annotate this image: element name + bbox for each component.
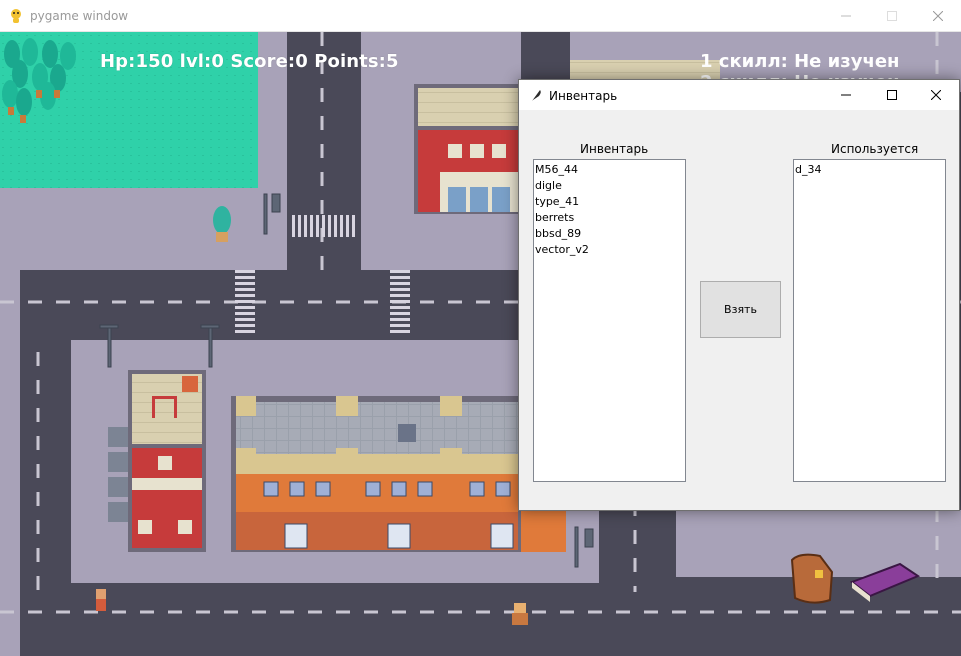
- list-item[interactable]: d_34: [794, 162, 945, 178]
- list-item[interactable]: type_41: [534, 194, 685, 210]
- close-icon: [933, 11, 943, 21]
- hud-skill-1: 1 скилл: Не изучен: [700, 51, 900, 72]
- pygame-minimize-button[interactable]: [823, 0, 869, 32]
- npc-character: [96, 589, 106, 611]
- close-icon: [931, 90, 941, 100]
- inventory-list-label: Инвентарь: [580, 142, 649, 156]
- inventory-window-title: Инвентарь: [549, 89, 618, 103]
- minimize-icon: [841, 15, 851, 17]
- pygame-window-title: pygame window: [30, 9, 129, 23]
- list-item[interactable]: M56_44: [534, 162, 685, 178]
- equipped-listbox[interactable]: d_34: [793, 159, 946, 482]
- inventory-window: Инвентарь Инвентарь Используется M56_44 …: [518, 79, 960, 511]
- inventory-close-button[interactable]: [913, 80, 959, 110]
- hud-stats: Hp:150 lvl:0 Score:0 Points:5: [100, 51, 399, 72]
- list-item[interactable]: bbsd_89: [534, 226, 685, 242]
- list-item[interactable]: digle: [534, 178, 685, 194]
- list-item[interactable]: berrets: [534, 210, 685, 226]
- pygame-titlebar: pygame window: [0, 0, 961, 32]
- pygame-snake-icon: [11, 9, 21, 23]
- maximize-icon: [887, 11, 897, 21]
- pygame-maximize-button[interactable]: [869, 0, 915, 32]
- player-character: [512, 603, 528, 625]
- list-item[interactable]: vector_v2: [534, 242, 685, 258]
- inventory-minimize-button[interactable]: [823, 80, 869, 110]
- inventory-titlebar[interactable]: Инвентарь: [519, 80, 959, 110]
- maximize-icon: [887, 90, 897, 100]
- pygame-close-button[interactable]: [915, 0, 961, 32]
- inventory-maximize-button[interactable]: [869, 80, 915, 110]
- take-button[interactable]: Взять: [700, 281, 781, 338]
- feather-icon: [532, 90, 541, 101]
- equipped-list-label: Используется: [831, 142, 919, 156]
- minimize-icon: [841, 94, 851, 96]
- inventory-listbox[interactable]: M56_44 digle type_41 berrets bbsd_89 vec…: [533, 159, 686, 482]
